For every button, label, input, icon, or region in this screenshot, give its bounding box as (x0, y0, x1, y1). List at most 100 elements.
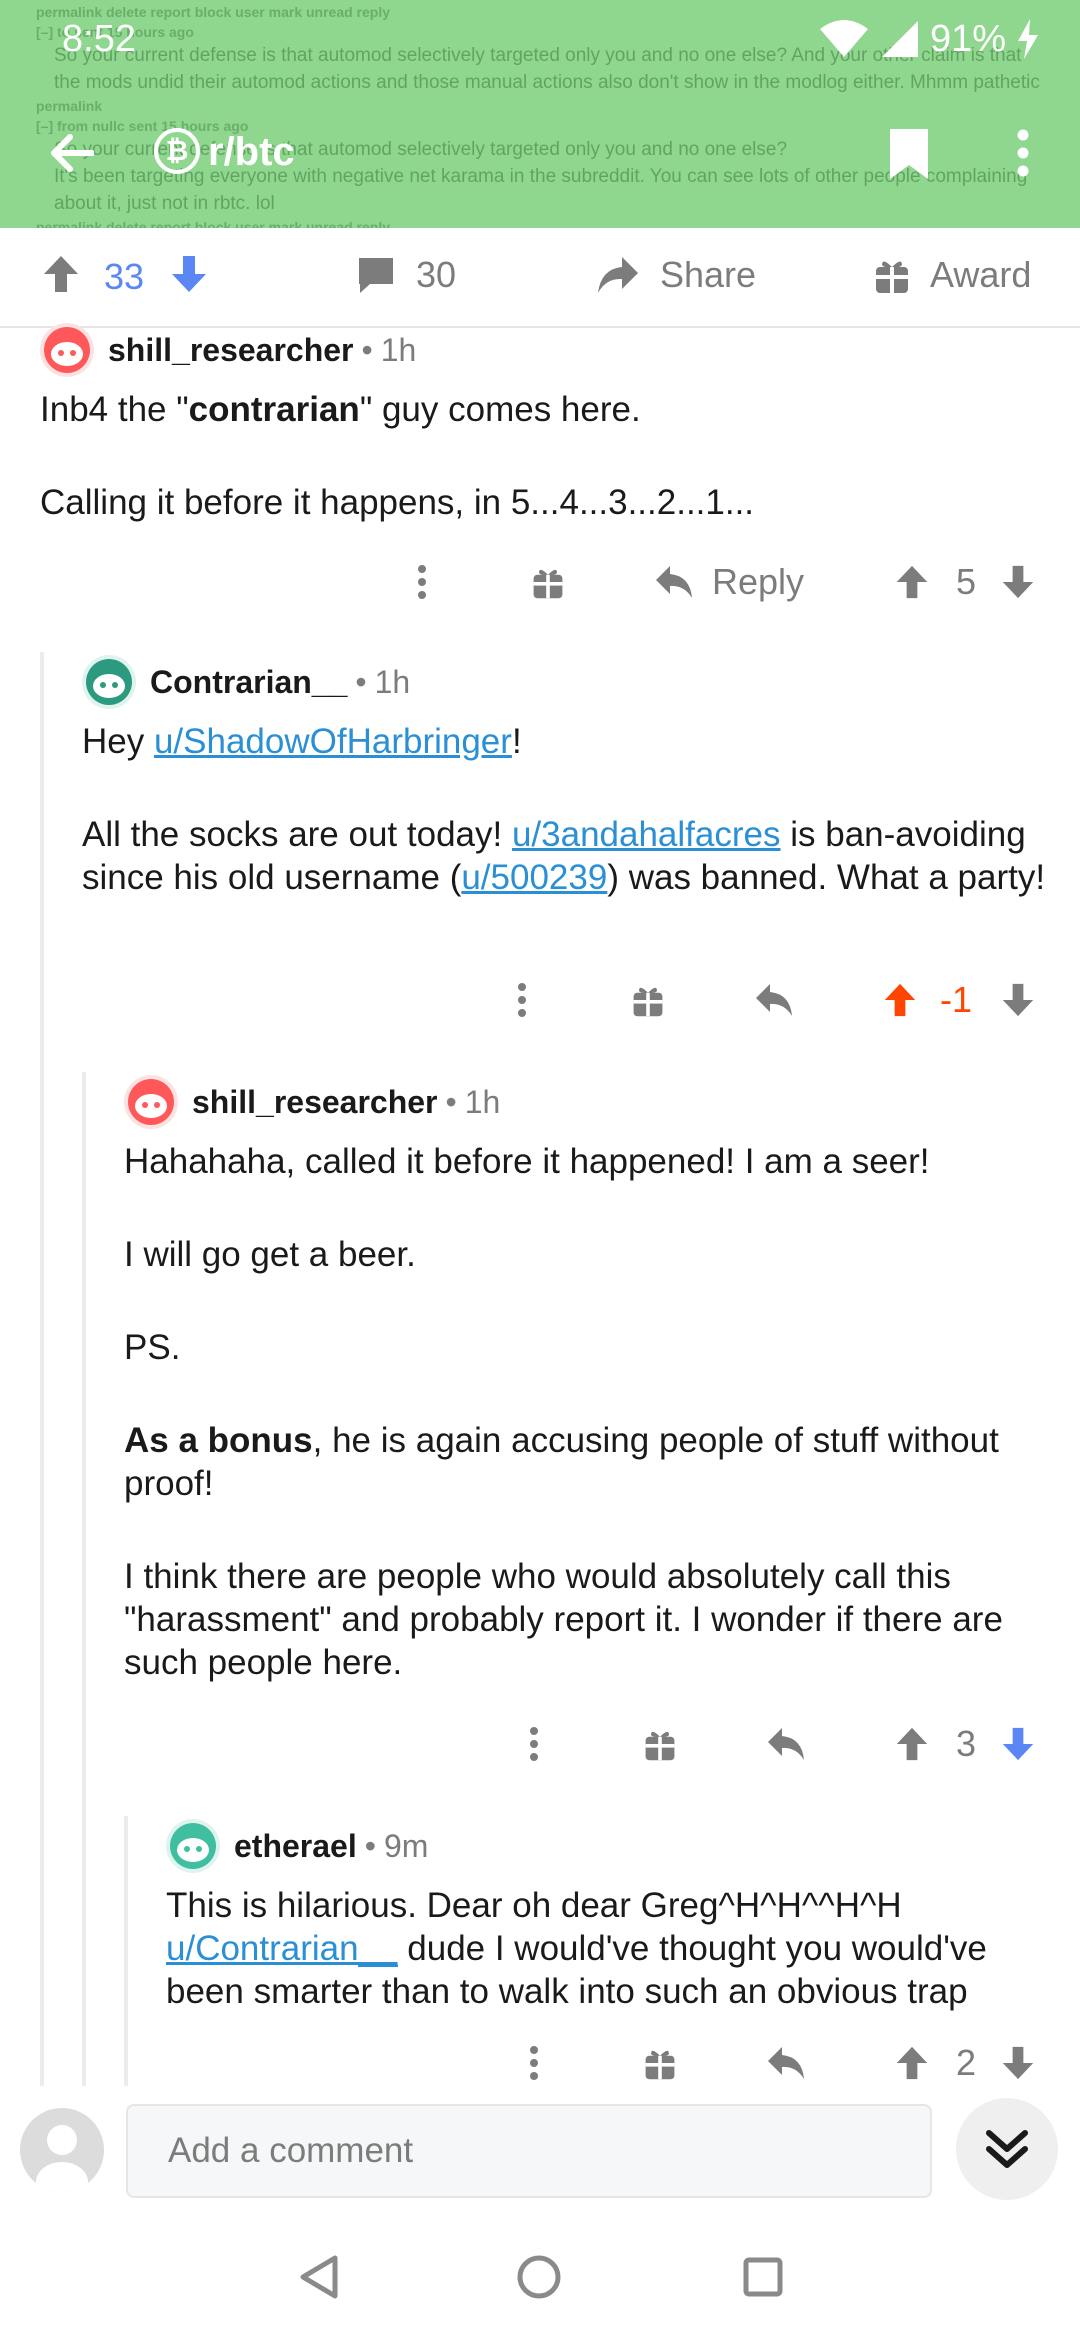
comment-text: All the socks are out today! (82, 815, 512, 854)
triangle-back-icon (300, 2255, 338, 2299)
arrow-up-icon (896, 565, 928, 599)
square-recents-icon (743, 2257, 783, 2297)
user-silhouette-icon (36, 2125, 88, 2192)
comment-author[interactable]: etherael (234, 1828, 357, 1865)
nav-recents-button[interactable] (738, 2252, 788, 2302)
reply-icon (756, 984, 792, 1016)
comment-time: 1h (464, 1083, 501, 1120)
more-vertical-icon (418, 565, 426, 599)
comment-more-button[interactable] (402, 552, 442, 612)
comment-upvote-button-active[interactable] (880, 970, 920, 1030)
save-button[interactable] (876, 120, 942, 186)
reply-button[interactable] (766, 2040, 806, 2086)
avatar[interactable] (166, 1819, 220, 1873)
comment: Contrarian__ • 1h Hey u/ShadowOfHarbring… (82, 654, 1052, 899)
share-button[interactable]: Share (596, 254, 756, 296)
battery-percent: 91% (929, 17, 1006, 60)
bg-text-line: permalink delete report block user mark … (36, 219, 391, 228)
comment-text: Inb4 the " (40, 390, 189, 429)
bg-text-line: about it, just not in rbtc. lol (54, 193, 275, 214)
user-link[interactable]: u/3andahalfacres (512, 815, 781, 854)
comment-award-button[interactable] (628, 970, 668, 1030)
comment-upvote-button[interactable] (892, 552, 932, 612)
comment-time: 1h (380, 331, 417, 368)
post-downvote-button[interactable] (170, 254, 208, 294)
back-button[interactable] (38, 120, 104, 186)
add-comment-bar: Add a comment (0, 2086, 1080, 2216)
comment-time: 1h (374, 663, 411, 700)
comment-text: Calling it before it happens, in 5...4..… (40, 483, 755, 522)
arrow-down-icon (1002, 983, 1034, 1017)
snoo-avatar-icon (170, 1823, 216, 1869)
arrow-up-icon (896, 2046, 928, 2080)
avatar[interactable] (20, 2108, 104, 2192)
comment-downvote-button[interactable] (998, 552, 1038, 612)
comment-text: I will go get a beer. (124, 1235, 416, 1274)
comment-award-button[interactable] (528, 552, 568, 612)
comment-author[interactable]: shill_researcher (192, 1084, 438, 1121)
avatar[interactable] (124, 1075, 178, 1129)
post-comments-button[interactable]: 30 (356, 254, 456, 296)
more-options-button[interactable] (990, 120, 1056, 186)
wifi-icon (819, 20, 868, 57)
thread-line (82, 1072, 86, 2086)
user-link[interactable]: u/Contrarian__ (166, 1929, 398, 1968)
app-header: permalink delete report block user mark … (0, 0, 1080, 228)
award-button[interactable]: Award (874, 254, 1031, 296)
avatar[interactable] (82, 655, 136, 709)
reply-button[interactable] (754, 970, 794, 1030)
bg-text-line: the mods undid their automod actions and… (54, 72, 1040, 93)
more-vertical-icon (530, 2046, 538, 2080)
award-label: Award (930, 254, 1032, 295)
add-comment-placeholder: Add a comment (168, 2131, 414, 2170)
comment-upvote-button[interactable] (892, 2040, 932, 2086)
comment-downvote-button[interactable] (998, 2040, 1038, 2086)
comment-award-button[interactable] (640, 1714, 680, 1774)
nav-back-button[interactable] (294, 2252, 344, 2302)
comment-more-button[interactable] (514, 1714, 554, 1774)
snoo-avatar-icon (86, 659, 132, 705)
comment-author[interactable]: Contrarian__ (150, 664, 347, 701)
charging-bolt-icon (1018, 19, 1038, 59)
comment-more-button[interactable] (502, 970, 542, 1030)
comment-score: 3 (955, 1723, 977, 1764)
comment-downvote-button-active[interactable] (998, 1714, 1038, 1774)
reply-label: Reply (712, 561, 805, 602)
comment-bold-text: As a bonus (124, 1421, 313, 1460)
nav-home-button[interactable] (514, 2252, 564, 2302)
arrow-down-icon (172, 256, 206, 292)
comment: etherael • 9m This is hilarious. Dear oh… (166, 1818, 1066, 2013)
thread-line (40, 652, 44, 2086)
arrow-left-icon (51, 134, 94, 172)
more-vertical-icon (530, 1727, 538, 1761)
reply-button[interactable]: Reply (654, 552, 824, 612)
reply-button[interactable] (766, 1714, 806, 1774)
comment-downvote-button[interactable] (998, 970, 1038, 1030)
comment-separator: • (364, 1827, 376, 1864)
post-upvote-button[interactable] (42, 254, 80, 294)
comment-score: -1 (939, 979, 972, 1020)
add-comment-input[interactable]: Add a comment (126, 2104, 932, 2198)
comment: shill_researcher • 1h Inb4 the "contrari… (40, 322, 1040, 524)
gift-icon (645, 1731, 675, 1761)
comment-text: ) was banned. What a party! (607, 858, 1046, 897)
comment-body: Hey u/ShadowOfHarbringer! All the socks … (82, 720, 1052, 899)
comment-body: Inb4 the "contrarian" guy comes here. Ca… (40, 388, 1040, 524)
subreddit-bitcoin-icon: ₿ (154, 128, 200, 174)
comment-separator: • (355, 663, 367, 700)
next-comment-button[interactable] (956, 2098, 1058, 2200)
comment-icon (359, 258, 393, 293)
avatar[interactable] (40, 323, 94, 377)
status-bar: 8:52 91% (62, 14, 1040, 64)
comment-upvote-button[interactable] (892, 1714, 932, 1774)
reply-icon (768, 2047, 804, 2079)
subreddit-name[interactable]: r/btc (208, 130, 295, 175)
thread-line (124, 1816, 128, 2086)
comment-award-button[interactable] (640, 2040, 680, 2086)
user-link[interactable]: u/ShadowOfHarbringer (154, 722, 512, 761)
double-chevron-down-icon (986, 2130, 1028, 2168)
user-link[interactable]: u/500239 (461, 858, 607, 897)
comment-author[interactable]: shill_researcher (108, 332, 354, 369)
post-score: 33 (104, 256, 145, 297)
comment-more-button[interactable] (514, 2040, 554, 2086)
